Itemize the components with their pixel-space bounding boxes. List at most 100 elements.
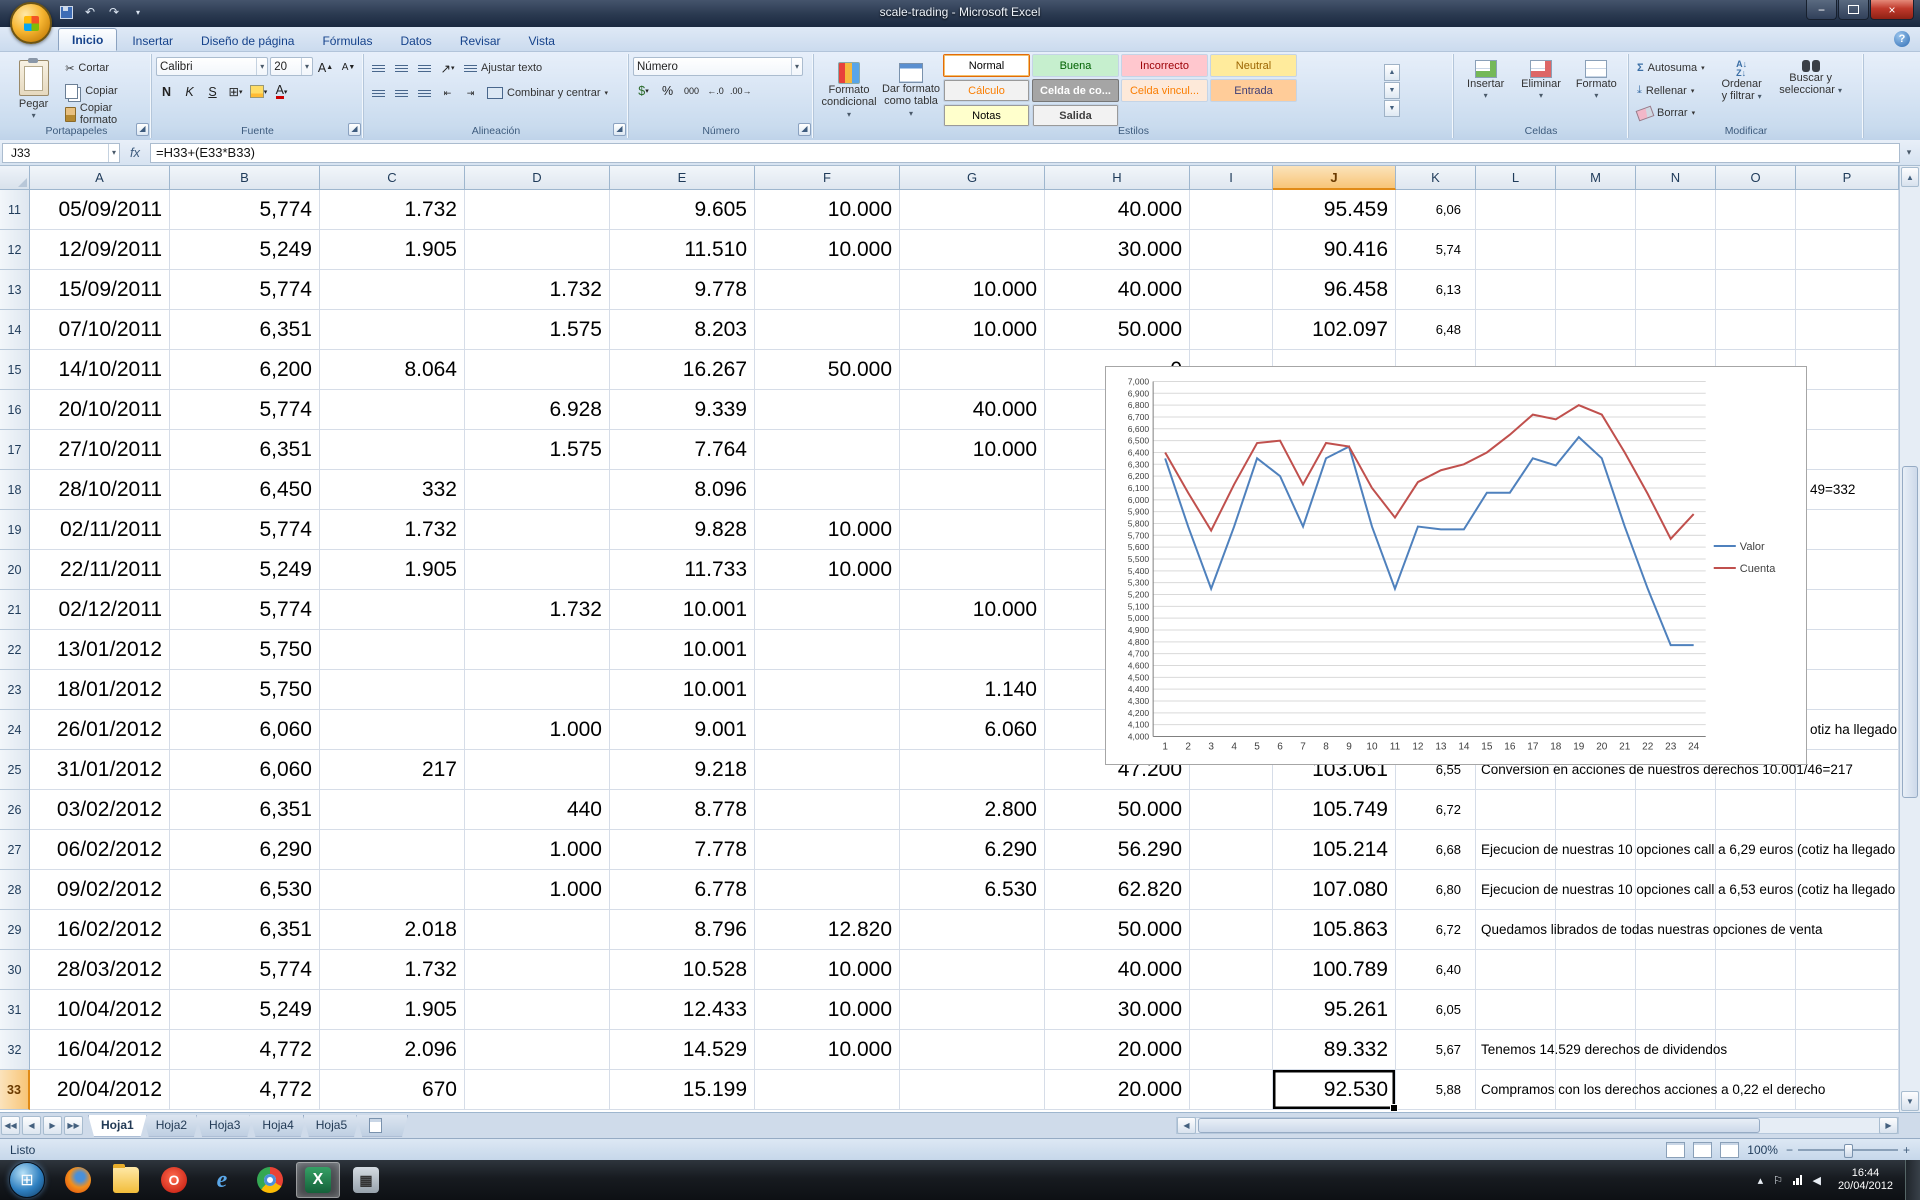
cell-N30[interactable] — [1636, 950, 1716, 990]
cell-B30[interactable]: 5,774 — [170, 950, 320, 990]
cell-C27[interactable] — [320, 830, 465, 870]
cell-D25[interactable] — [465, 750, 610, 790]
cell-K30[interactable]: 6,40 — [1396, 950, 1476, 990]
cell-B32[interactable]: 4,772 — [170, 1030, 320, 1070]
fill-color-button[interactable]: ▾ — [248, 81, 269, 102]
cell-G25[interactable] — [900, 750, 1045, 790]
column-header-E[interactable]: E — [610, 166, 755, 190]
cell-A17[interactable]: 27/10/2011 — [30, 430, 170, 470]
cell-I32[interactable] — [1190, 1030, 1273, 1070]
cell-J14[interactable]: 102.097 — [1273, 310, 1396, 350]
row-header-21[interactable]: 21 — [0, 590, 30, 630]
cell-C31[interactable]: 1.905 — [320, 990, 465, 1030]
cell-E30[interactable]: 10.528 — [610, 950, 755, 990]
ribbon-tab-inicio[interactable]: Inicio — [58, 28, 117, 51]
volume-icon[interactable]: ◀ — [1812, 1174, 1820, 1187]
align-center-button[interactable] — [391, 83, 412, 104]
gallery-up-button[interactable]: ▲ — [1384, 64, 1400, 81]
cell-F12[interactable]: 10.000 — [755, 230, 900, 270]
cell-F25[interactable] — [755, 750, 900, 790]
cell-G19[interactable] — [900, 510, 1045, 550]
cell-F24[interactable] — [755, 710, 900, 750]
increase-indent-button[interactable]: ⇥ — [460, 83, 481, 104]
cell-D30[interactable] — [465, 950, 610, 990]
cell-L13[interactable] — [1476, 270, 1556, 310]
copy-button[interactable]: Copiar — [61, 80, 147, 102]
cell-I28[interactable] — [1190, 870, 1273, 910]
cell-I11[interactable] — [1190, 190, 1273, 230]
cell-H27[interactable]: 56.290 — [1045, 830, 1190, 870]
cell-A26[interactable]: 03/02/2012 — [30, 790, 170, 830]
cell-F33[interactable] — [755, 1070, 900, 1110]
worksheet-grid[interactable]: ABCDEFGHIJKLMNOP 1105/09/20115,7741.7329… — [0, 166, 1899, 1112]
cell-C24[interactable] — [320, 710, 465, 750]
cell-N31[interactable] — [1636, 990, 1716, 1030]
taskbar-explorer[interactable] — [104, 1162, 148, 1198]
cell-B20[interactable]: 5,249 — [170, 550, 320, 590]
decrease-decimal-button[interactable]: .00→ — [729, 80, 753, 101]
cell-D20[interactable] — [465, 550, 610, 590]
font-size-combo[interactable]: 20▾ — [270, 57, 313, 76]
align-right-button[interactable] — [414, 83, 435, 104]
cell-I14[interactable] — [1190, 310, 1273, 350]
cell-C17[interactable] — [320, 430, 465, 470]
cell-A19[interactable]: 02/11/2011 — [30, 510, 170, 550]
merge-center-button[interactable]: Combinar y centrar▾ — [483, 82, 612, 104]
format-cells-button[interactable]: Formato▾ — [1569, 57, 1624, 124]
cell-B12[interactable]: 5,249 — [170, 230, 320, 270]
cell-A13[interactable]: 15/09/2011 — [30, 270, 170, 310]
cell-C25[interactable]: 217 — [320, 750, 465, 790]
sheet-tab-hoja1[interactable]: Hoja1 — [88, 1115, 147, 1137]
cell-E25[interactable]: 9.218 — [610, 750, 755, 790]
cell-D11[interactable] — [465, 190, 610, 230]
cell-G16[interactable]: 40.000 — [900, 390, 1045, 430]
cell-style-celda-de-co[interactable]: Celda de co... — [1032, 79, 1119, 102]
cell-C11[interactable]: 1.732 — [320, 190, 465, 230]
cell-F15[interactable]: 50.000 — [755, 350, 900, 390]
cell-P22[interactable] — [1796, 630, 1899, 670]
cell-P15[interactable] — [1796, 350, 1899, 390]
cell-D14[interactable]: 1.575 — [465, 310, 610, 350]
cell-style-normal[interactable]: Normal — [943, 54, 1030, 77]
cell-E18[interactable]: 8.096 — [610, 470, 755, 510]
cell-E17[interactable]: 7.764 — [610, 430, 755, 470]
cell-D19[interactable] — [465, 510, 610, 550]
cell-E11[interactable]: 9.605 — [610, 190, 755, 230]
shrink-font-button[interactable]: A▼ — [338, 57, 359, 78]
cell-H28[interactable]: 62.820 — [1045, 870, 1190, 910]
help-button[interactable]: ? — [1894, 31, 1910, 47]
cell-G21[interactable]: 10.000 — [900, 590, 1045, 630]
cell-G17[interactable]: 10.000 — [900, 430, 1045, 470]
cell-B16[interactable]: 5,774 — [170, 390, 320, 430]
taskbar-firefox[interactable] — [56, 1162, 100, 1198]
name-box[interactable]: J33▾ — [2, 143, 120, 163]
row-header-32[interactable]: 32 — [0, 1030, 30, 1070]
cell-H33[interactable]: 20.000 — [1045, 1070, 1190, 1110]
cell-H12[interactable]: 30.000 — [1045, 230, 1190, 270]
row-header-27[interactable]: 27 — [0, 830, 30, 870]
cell-E24[interactable]: 9.001 — [610, 710, 755, 750]
cell-M12[interactable] — [1556, 230, 1636, 270]
scroll-left-button[interactable]: ◀ — [1177, 1117, 1196, 1134]
cell-O12[interactable] — [1716, 230, 1796, 270]
column-header-L[interactable]: L — [1476, 166, 1556, 190]
taskbar-excel[interactable]: X — [296, 1162, 340, 1198]
cell-E14[interactable]: 8.203 — [610, 310, 755, 350]
ribbon-tab-datos[interactable]: Datos — [387, 30, 444, 51]
cell-P20[interactable] — [1796, 550, 1899, 590]
cell-H30[interactable]: 40.000 — [1045, 950, 1190, 990]
clock[interactable]: 16:44 20/04/2012 — [1838, 1167, 1893, 1193]
cell-H32[interactable]: 20.000 — [1045, 1030, 1190, 1070]
cell-D32[interactable] — [465, 1030, 610, 1070]
row-header-16[interactable]: 16 — [0, 390, 30, 430]
cell-G22[interactable] — [900, 630, 1045, 670]
action-center-icon[interactable]: ⚐ — [1773, 1174, 1783, 1187]
last-sheet-button[interactable]: ▶▶ — [64, 1116, 83, 1135]
cell-C19[interactable]: 1.732 — [320, 510, 465, 550]
cell-P23[interactable] — [1796, 670, 1899, 710]
zoom-level[interactable]: 100% — [1747, 1143, 1778, 1157]
cell-P32[interactable] — [1796, 1030, 1899, 1070]
cell-J31[interactable]: 95.261 — [1273, 990, 1396, 1030]
cell-C15[interactable]: 8.064 — [320, 350, 465, 390]
cell-P26[interactable] — [1796, 790, 1899, 830]
